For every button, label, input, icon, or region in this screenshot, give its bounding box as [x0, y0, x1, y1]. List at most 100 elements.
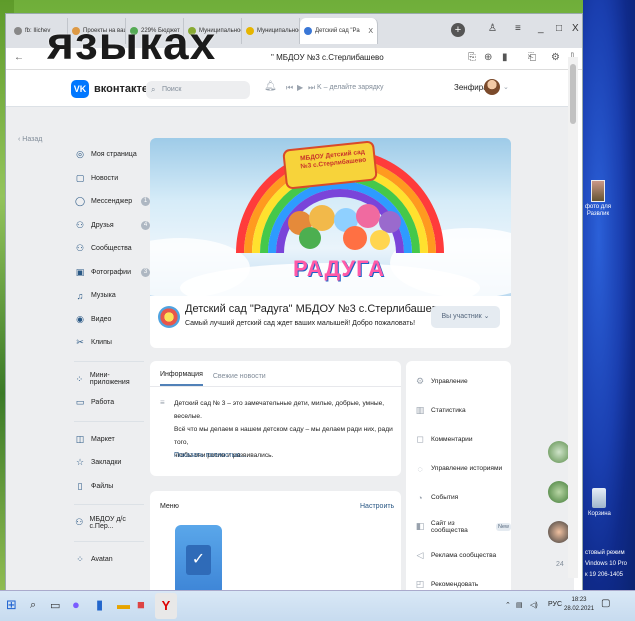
- sidebar-item[interactable]: ▢ Новости: [74, 167, 144, 191]
- maximize-button[interactable]: □: [556, 23, 562, 34]
- admin-menu-label: Сайт из сообщества: [430, 519, 468, 534]
- yandex-browser-icon[interactable]: Y: [155, 593, 177, 619]
- nav-divider: [74, 360, 144, 362]
- search-input[interactable]: ⌕ Поиск: [146, 81, 250, 99]
- sidebar-item[interactable]: ♫ Музыка: [74, 284, 144, 308]
- admin-menu-item[interactable]: ◁ Реклама сообщества: [406, 541, 511, 570]
- sidebar-item[interactable]: ◫ Маркет: [74, 428, 144, 452]
- left-nav: ◎ Моя страница ▢ Новости ◯ Мессенджер 1 ⚇ Друзья…: [74, 143, 150, 572]
- vk-logo-icon[interactable]: VK: [71, 80, 89, 98]
- profile-icon[interactable]: ♙: [488, 23, 497, 34]
- back-arrow-icon[interactable]: ←: [14, 52, 24, 63]
- admin-menu-item[interactable]: ◧ Сайт из сообщества New: [406, 512, 511, 541]
- menu-tile[interactable]: ✓: [175, 525, 222, 590]
- sidebar-item[interactable]: ⁘ Мини-приложения: [74, 368, 144, 392]
- sidebar-item[interactable]: ⚇ Друзья 4: [74, 214, 150, 238]
- work-icon: ▭: [75, 397, 85, 408]
- system-clock[interactable]: 18:23 28.02.2021: [564, 596, 594, 614]
- sidebar-item-label: Работа: [91, 399, 115, 407]
- language-indicator[interactable]: РУС: [548, 601, 562, 608]
- admin-menu-label: Реклама сообщества: [431, 552, 497, 559]
- desktop-icon-photo[interactable]: фото для Развлик: [584, 180, 612, 218]
- tab-fresh-news[interactable]: Свежие новости: [213, 373, 266, 386]
- desktop-icon-recycle-bin[interactable]: Корзина: [588, 488, 611, 518]
- sidebar-item[interactable]: ☆ Закладки: [74, 451, 144, 475]
- new-tab-button[interactable]: +: [451, 23, 465, 37]
- cortana-icon[interactable]: ●: [72, 597, 80, 612]
- play-icon[interactable]: ▶: [297, 83, 303, 92]
- vk-header: VK вконтакте ⌕ Поиск 🔔︎ ⏮ ▶ ⏭ K – делайт…: [6, 71, 574, 107]
- events-icon: ◔: [417, 492, 423, 503]
- edge-icon[interactable]: ▮: [96, 597, 103, 613]
- bookmark-add-icon[interactable]: ⎘: [468, 52, 476, 63]
- network-icon[interactable]: ▤: [516, 601, 523, 609]
- windows-start-icon[interactable]: ⊞: [6, 597, 17, 613]
- sidebar-item[interactable]: ⚇ МБДОУ д/с с.Пер...: [74, 511, 144, 535]
- tray-chevron-icon[interactable]: ⌃: [505, 601, 511, 609]
- vk-page: VK вконтакте ⌕ Поиск 🔔︎ ⏮ ▶ ⏭ K – делайт…: [6, 71, 574, 590]
- group-avatar[interactable]: [158, 306, 180, 328]
- sidebar-item[interactable]: ▭ Работа: [74, 391, 144, 415]
- tab-information[interactable]: Информация: [160, 371, 203, 386]
- menu-configure-link[interactable]: Настроить: [360, 503, 394, 510]
- scrollbar-thumb[interactable]: [570, 64, 576, 124]
- avatar[interactable]: [484, 79, 500, 95]
- settings-icon[interactable]: ⚙: [551, 52, 560, 63]
- task-view-icon[interactable]: ▭: [50, 599, 60, 612]
- next-track-icon[interactable]: ⏭: [308, 83, 315, 93]
- sidebar-item[interactable]: ▯ Файлы: [74, 475, 144, 499]
- url-text[interactable]: " МБДОУ №3 с.Стерлибашево: [271, 53, 384, 62]
- admin-menu-item[interactable]: ◻ Комментарии: [406, 425, 511, 454]
- close-tab-icon[interactable]: X: [368, 28, 373, 35]
- show-more-link[interactable]: Показать полностью...: [174, 452, 247, 459]
- prev-track-icon[interactable]: ⏮: [286, 83, 293, 93]
- bookmark-icon[interactable]: ▮: [502, 52, 508, 63]
- player-track-text[interactable]: K – делайте зарядку: [317, 84, 383, 91]
- sidebar-item[interactable]: ◎ Моя страница: [74, 143, 144, 167]
- info-tabs: Информация Свежие новости: [150, 361, 401, 387]
- admin-menu-item[interactable]: ◔ События: [406, 483, 511, 512]
- admin-menu-item[interactable]: ◌ Управление историями: [406, 454, 511, 483]
- sidebar-item[interactable]: ◉ Видео: [74, 308, 144, 332]
- browser-window: + ♙ ≡ _ □ X fb: Ilichev Проекты на ваш 229…: [5, 13, 583, 591]
- volume-icon[interactable]: ◁): [530, 601, 538, 609]
- chevron-down-icon[interactable]: ⌄: [503, 83, 509, 91]
- sidebar-item-label: Avatan: [91, 555, 113, 563]
- sidebar-item[interactable]: ▣ Фотографии 3: [74, 261, 150, 285]
- apps-icon: ⁘: [75, 373, 84, 384]
- extensions-icon[interactable]: ⎗: [528, 52, 536, 63]
- friend-avatar[interactable]: [548, 521, 570, 543]
- friend-avatar[interactable]: [548, 441, 570, 463]
- comments-icon: ◻: [416, 434, 424, 444]
- minimize-button[interactable]: _: [538, 23, 544, 34]
- file-explorer-icon[interactable]: ▬: [117, 597, 130, 612]
- search-icon[interactable]: ⌕: [30, 599, 36, 612]
- sidebar-item[interactable]: ⁘ Avatan: [74, 548, 144, 572]
- admin-menu-item[interactable]: ◰ Рекомендовать: [406, 570, 511, 590]
- browser-tab[interactable]: Детский сад "Ра X: [300, 18, 378, 44]
- close-window-button[interactable]: X: [572, 23, 579, 34]
- page-scrollbar[interactable]: [568, 57, 578, 578]
- admin-menu-item[interactable]: ▥ Статистика: [406, 396, 511, 425]
- menu-icon[interactable]: ≡: [515, 23, 521, 34]
- sidebar-item[interactable]: ◯ Мессенджер 1: [74, 190, 150, 214]
- vk-brand[interactable]: вконтакте: [94, 83, 148, 95]
- tab-favicon-icon: [14, 27, 22, 35]
- lock-icon[interactable]: ⊕: [484, 52, 492, 63]
- member-button[interactable]: Вы участник ⌄: [431, 306, 500, 328]
- notification-icon[interactable]: ▢: [601, 598, 610, 609]
- bookmarks-icon: ☆: [75, 457, 85, 468]
- friend-avatar[interactable]: [548, 481, 570, 503]
- music-icon: ♫: [76, 290, 84, 301]
- bell-icon[interactable]: 🔔︎: [264, 81, 277, 92]
- sidebar-item[interactable]: ✂ Клипы: [74, 331, 144, 355]
- sidebar-item[interactable]: ⚇ Сообщества: [74, 237, 144, 261]
- admin-menu-item[interactable]: ⚙ Управление: [406, 367, 511, 396]
- back-link[interactable]: ‹ Назад: [18, 136, 42, 143]
- browser-tab[interactable]: Муниципальное: [242, 18, 300, 44]
- overlay-caption: языках: [47, 17, 217, 69]
- admin-menu-label: Рекомендовать: [431, 581, 479, 588]
- user-name[interactable]: Зенфира: [454, 83, 488, 92]
- group-cover[interactable]: МБДОУ Детский сад №3 с.Стерлибашево РАДУ…: [150, 138, 511, 296]
- store-icon[interactable]: ■: [137, 597, 145, 612]
